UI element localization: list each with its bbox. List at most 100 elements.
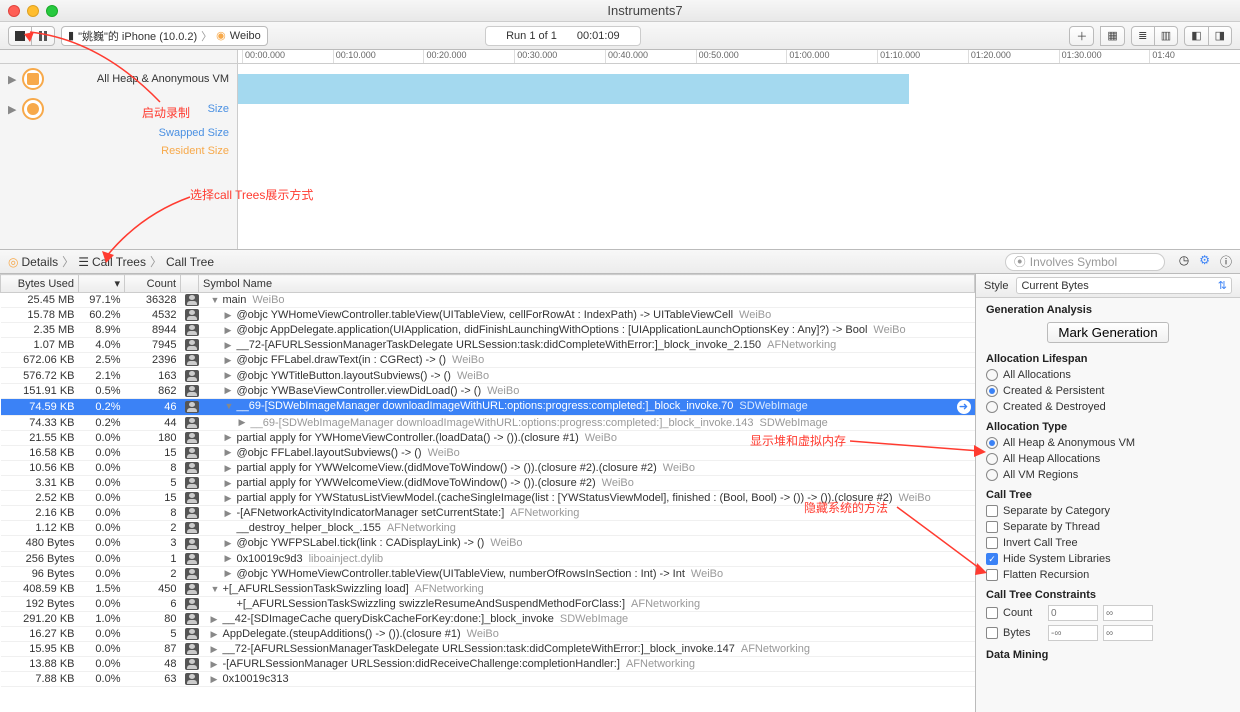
add-button[interactable]: ＋ (1069, 26, 1094, 46)
table-row[interactable]: 15.78 MB60.2%4532▶@objc YWHomeViewContro… (1, 308, 975, 323)
check-invert-calltree[interactable]: Invert Call Tree (976, 535, 1240, 551)
panel-icon: ◧ (1191, 29, 1201, 42)
col-bytes[interactable]: Bytes Used (1, 275, 79, 293)
check-separate-category[interactable]: Separate by Category (976, 503, 1240, 519)
table-row[interactable]: 1.12 KB0.0%2__destroy_helper_block_.155A… (1, 521, 975, 536)
count-min[interactable] (1048, 605, 1098, 621)
calltrees-segment[interactable]: ☰Call Trees (78, 255, 146, 269)
table-row[interactable]: 2.52 KB0.0%15▶partial apply for YWStatus… (1, 491, 975, 506)
target-selector[interactable]: ▮ "姚巍"的 iPhone (10.0.2) 〉 ◉ Weibo (61, 26, 268, 46)
disclosure-icon[interactable]: ▶ (211, 659, 221, 670)
check-hide-system[interactable]: Hide System Libraries (976, 551, 1240, 567)
disclosure-icon[interactable]: ▼ (211, 584, 221, 594)
table-row[interactable]: 10.56 KB0.0%8▶partial apply for YWWelcom… (1, 460, 975, 475)
view-list-button[interactable]: ≣ (1131, 26, 1155, 46)
track-swapped[interactable]: Swapped Size (0, 124, 237, 142)
instrument-vm[interactable]: ▶ Size (0, 94, 237, 124)
check-count[interactable]: Count (976, 603, 1240, 623)
disclosure-icon[interactable]: ▶ (225, 447, 235, 458)
gear-icon[interactable]: ⚙ (1199, 253, 1210, 270)
disclosure-icon[interactable]: ▶ (225, 355, 235, 366)
table-row[interactable]: 96 Bytes0.0%2▶@objc YWHomeViewController… (1, 566, 975, 581)
style-selector[interactable]: Current Bytes⇅ (1016, 277, 1232, 294)
check-flatten-recursion[interactable]: Flatten Recursion (976, 567, 1240, 583)
disclosure-icon[interactable]: ▶ (225, 508, 235, 519)
disclosure-icon[interactable]: ▼ (211, 295, 221, 305)
disclosure-icon[interactable]: ▶ (225, 325, 235, 336)
radio-vm-regions[interactable]: All VM Regions (976, 467, 1240, 483)
disclosure-icon[interactable]: ▶ (225, 385, 235, 396)
disclosure-icon[interactable]: ▶ (211, 614, 221, 625)
col-symbol[interactable]: Symbol Name (199, 275, 975, 293)
symbol-search[interactable]: ⦿Involves Symbol (1005, 253, 1165, 271)
table-row[interactable]: 408.59 KB1.5%450▼+[_AFURLSessionTaskSwiz… (1, 581, 975, 596)
radio-heap-all[interactable]: All Heap Allocations (976, 451, 1240, 467)
col-count[interactable]: Count (125, 275, 181, 293)
table-row[interactable]: 16.27 KB0.0%5▶AppDelegate.(steupAddition… (1, 626, 975, 641)
disclosure-icon[interactable]: ▶ (239, 417, 249, 428)
table-row[interactable]: 74.59 KB0.2%46▼__69-[SDWebImageManager d… (1, 398, 975, 415)
pause-button[interactable] (31, 26, 55, 46)
table-row[interactable]: 480 Bytes0.0%3▶@objc YWFPSLabel.tick(lin… (1, 536, 975, 551)
close-icon[interactable] (8, 5, 20, 17)
disclosure-icon[interactable]: ▶ (211, 674, 221, 685)
radio-created-persistent[interactable]: Created & Persistent (976, 383, 1240, 399)
disclosure-icon[interactable]: ▶ (225, 568, 235, 579)
disclosure-icon[interactable]: ▶ (225, 478, 235, 489)
table-row[interactable]: 2.16 KB0.0%8▶-[AFNetworkActivityIndicato… (1, 506, 975, 521)
table-row[interactable]: 256 Bytes0.0%1▶0x10019c9d3liboainject.dy… (1, 551, 975, 566)
table-row[interactable]: 672.06 KB2.5%2396▶@objc FFLabel.drawText… (1, 353, 975, 368)
count-max[interactable] (1103, 605, 1153, 621)
radio-created-destroyed[interactable]: Created & Destroyed (976, 399, 1240, 415)
details-segment[interactable]: ◎Details (8, 255, 58, 269)
disclosure-icon[interactable]: ▼ (225, 401, 235, 411)
radio-all-allocations[interactable]: All Allocations (976, 367, 1240, 383)
view-grid-button[interactable]: ▥ (1154, 26, 1178, 46)
call-tree-table[interactable]: Bytes Used ▾ Count Symbol Name 25.45 MB9… (0, 274, 976, 712)
radio-heap-anon[interactable]: All Heap & Anonymous VM (976, 435, 1240, 451)
table-row[interactable]: 3.31 KB0.0%5▶partial apply for YWWelcome… (1, 476, 975, 491)
disclosure-icon[interactable]: ▶ (225, 432, 235, 443)
table-row[interactable]: 1.07 MB4.0%7945▶__72-[AFURLSessionManage… (1, 338, 975, 353)
calltree-segment[interactable]: Call Tree (166, 255, 214, 269)
bytes-min[interactable] (1048, 625, 1098, 641)
mark-generation-button[interactable]: Mark Generation (1047, 322, 1168, 343)
disclosure-icon[interactable]: ▶ (211, 629, 221, 640)
info-icon[interactable]: ⓘ (1220, 253, 1232, 270)
col-bytes-pct[interactable]: ▾ (79, 275, 125, 293)
zoom-icon[interactable] (46, 5, 58, 17)
timeline-canvas[interactable]: 00:00.00000:10.00000:20.00000:30.00000:4… (238, 50, 1240, 249)
table-row[interactable]: 15.95 KB0.0%87▶__72-[AFURLSessionManager… (1, 642, 975, 657)
panel-right-button[interactable]: ◨ (1208, 26, 1232, 46)
table-row[interactable]: 7.88 KB0.0%63▶0x10019c313 (1, 672, 975, 687)
disclosure-icon[interactable]: ▶ (225, 340, 235, 351)
disclosure-icon[interactable]: ▶ (225, 538, 235, 549)
table-row[interactable]: 192 Bytes0.0%6+[_AFURLSessionTaskSwizzli… (1, 596, 975, 611)
check-bytes[interactable]: Bytes (976, 623, 1240, 643)
table-row[interactable]: 16.58 KB0.0%15▶@objc FFLabel.layoutSubvi… (1, 445, 975, 460)
track-resident[interactable]: Resident Size (0, 142, 237, 160)
instrument-allocations[interactable]: ▶ All Heap & Anonymous VM (0, 64, 237, 94)
disclosure-icon: ▶ (8, 103, 16, 116)
table-row[interactable]: 2.35 MB8.9%8944▶@objc AppDelegate.applic… (1, 323, 975, 338)
check-separate-thread[interactable]: Separate by Thread (976, 519, 1240, 535)
table-row[interactable]: 13.88 KB0.0%48▶-[AFURLSessionManager URL… (1, 657, 975, 672)
record-button[interactable] (8, 26, 32, 46)
disclosure-icon[interactable]: ▶ (225, 493, 235, 504)
table-row[interactable]: 151.91 KB0.5%862▶@objc YWBaseViewControl… (1, 383, 975, 398)
disclosure-icon[interactable]: ▶ (211, 644, 221, 655)
table-row[interactable]: 74.33 KB0.2%44▶__69-[SDWebImageManager d… (1, 415, 975, 430)
table-row[interactable]: 576.72 KB2.1%163▶@objc YWTitleButton.lay… (1, 368, 975, 383)
bytes-max[interactable] (1103, 625, 1153, 641)
library-button[interactable]: ▦ (1100, 26, 1124, 46)
minimize-icon[interactable] (27, 5, 39, 17)
table-row[interactable]: 21.55 KB0.0%180▶partial apply for YWHome… (1, 430, 975, 445)
disclosure-icon[interactable]: ▶ (225, 553, 235, 564)
panel-left-button[interactable]: ◧ (1184, 26, 1208, 46)
table-row[interactable]: 291.20 KB1.0%80▶__42-[SDImageCache query… (1, 611, 975, 626)
table-row[interactable]: 25.45 MB97.1%36328▼mainWeiBo (1, 293, 975, 308)
disclosure-icon[interactable]: ▶ (225, 370, 235, 381)
disclosure-icon[interactable]: ▶ (225, 310, 235, 321)
clock-icon[interactable]: ◷ (1179, 253, 1189, 270)
disclosure-icon[interactable]: ▶ (225, 463, 235, 474)
